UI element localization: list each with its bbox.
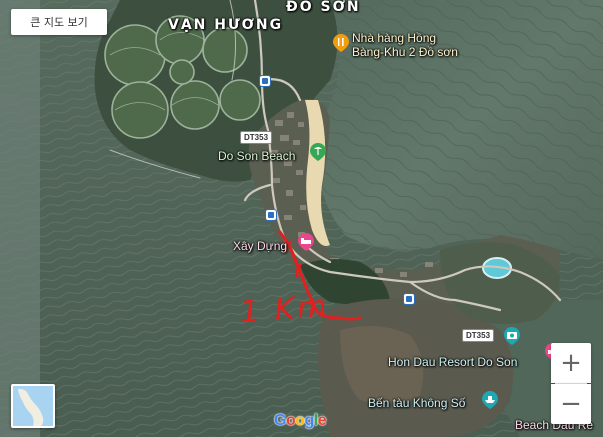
view-larger-map-button[interactable]: 큰 지도 보기 <box>11 9 107 35</box>
bus-stop-icon[interactable] <box>259 75 271 87</box>
zoom-out-button[interactable]: − <box>551 384 591 424</box>
minimap-thumbnail[interactable] <box>11 384 55 428</box>
restaurant-area: Bàng-Khu 2 Đồ sơn <box>352 45 458 59</box>
google-letter: o <box>285 412 296 429</box>
bus-stop-icon[interactable] <box>265 209 277 221</box>
google-logo: Google <box>274 412 327 430</box>
vietnam-outline-icon <box>13 386 53 426</box>
restaurant-icon[interactable] <box>331 33 351 53</box>
satellite-imagery[interactable] <box>0 0 603 437</box>
mudflat-strip <box>0 0 40 437</box>
ferry-icon[interactable] <box>480 390 500 410</box>
bus-stop-icon[interactable] <box>403 293 415 305</box>
hotel-icon[interactable] <box>296 232 316 252</box>
google-letter: e <box>317 412 327 429</box>
place-label-ferry[interactable]: Bến tàu Không Số <box>368 396 465 410</box>
place-label-restaurant[interactable]: Nhà hàng Hồng Bàng-Khu 2 Đồ sơn <box>352 31 458 59</box>
google-letter: G <box>274 412 286 429</box>
distance-annotation: 1 Km <box>238 288 331 331</box>
restaurant-name: Nhà hàng Hồng <box>352 31 437 45</box>
place-label-beach[interactable]: Do Son Beach <box>218 149 295 163</box>
area-label-do-son: ĐỒ SƠN <box>286 0 361 15</box>
road-shield-dt353: DT353 <box>240 131 273 144</box>
beach-icon[interactable] <box>308 142 328 162</box>
road-shield-dt353: DT353 <box>462 329 495 342</box>
place-label-hotel[interactable]: Xây Dựng <box>233 239 287 253</box>
google-letter: o <box>295 412 305 429</box>
area-label-van-huong: VẠN HƯƠNG <box>168 17 284 33</box>
google-letter: g <box>304 412 315 429</box>
zoom-in-button[interactable]: + <box>551 343 591 383</box>
camera-icon[interactable] <box>502 326 522 346</box>
map-canvas[interactable]: VẠN HƯƠNG ĐỒ SƠN Nhà hàng Hồng Bàng-Khu … <box>0 0 603 437</box>
place-label-resort[interactable]: Hon Dau Resort Do Son <box>388 355 517 369</box>
